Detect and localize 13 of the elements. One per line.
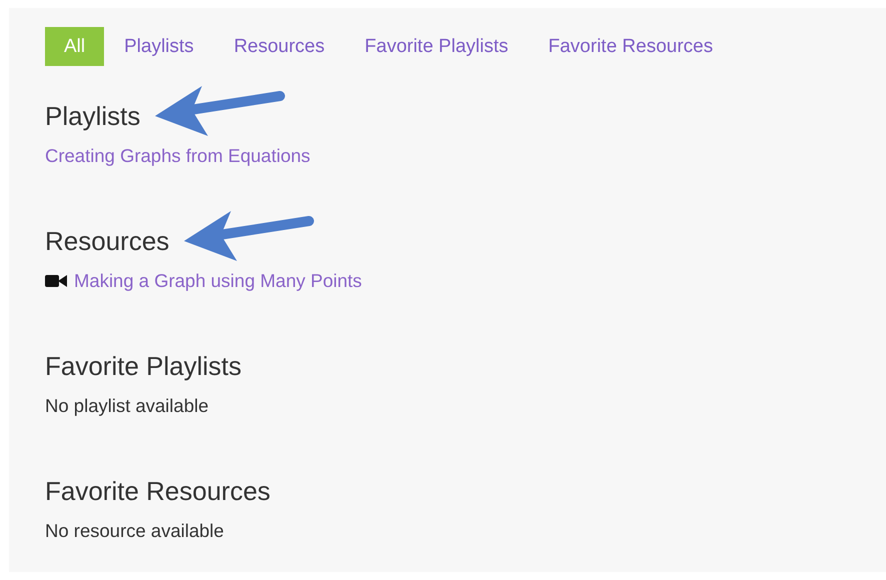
- filter-tab[interactable]: Resources: [214, 27, 345, 66]
- empty-message: No resource available: [45, 519, 224, 543]
- section-heading: Playlists: [45, 100, 140, 132]
- filter-tab[interactable]: Favorite Playlists: [344, 27, 528, 66]
- item-link[interactable]: Creating Graphs from Equations: [45, 144, 310, 168]
- section-heading: Favorite Resources: [45, 475, 270, 507]
- filter-tab[interactable]: Playlists: [104, 27, 214, 66]
- section-heading: Favorite Playlists: [45, 350, 242, 382]
- video-camera-icon: [45, 275, 67, 287]
- section-heading: Resources: [45, 225, 170, 257]
- empty-message: No playlist available: [45, 394, 209, 418]
- item-link[interactable]: Making a Graph using Many Points: [74, 269, 362, 293]
- filter-tab[interactable]: Favorite Resources: [528, 27, 733, 66]
